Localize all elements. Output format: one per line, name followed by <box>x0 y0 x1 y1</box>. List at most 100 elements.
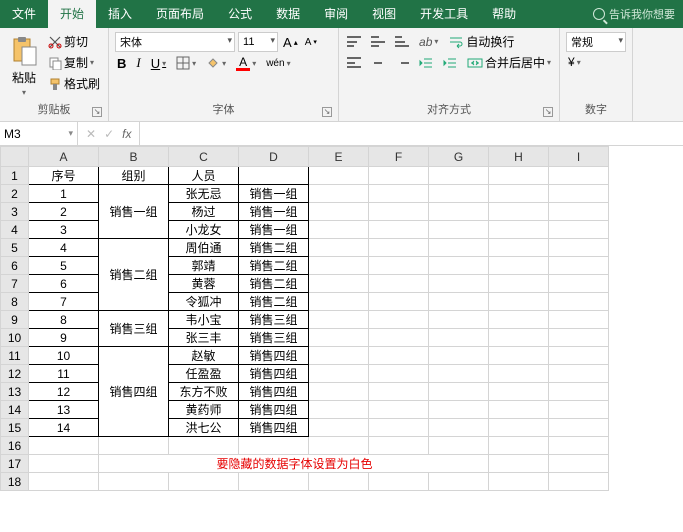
cell-C3[interactable]: 杨过 <box>169 203 239 221</box>
cell-G10[interactable] <box>429 329 489 347</box>
cell-E9[interactable] <box>309 311 369 329</box>
fill-color-button[interactable]: ▾ <box>204 56 228 70</box>
align-bottom-button[interactable] <box>393 35 411 48</box>
cell-E10[interactable] <box>309 329 369 347</box>
tab-formulas[interactable]: 公式 <box>216 0 264 28</box>
cell-H12[interactable] <box>489 365 549 383</box>
cell-E16[interactable] <box>309 437 369 455</box>
cell-C18[interactable] <box>169 473 239 491</box>
cell-E15[interactable] <box>309 419 369 437</box>
row-header-6[interactable]: 6 <box>1 257 29 275</box>
cell-I9[interactable] <box>549 311 609 329</box>
cell-H13[interactable] <box>489 383 549 401</box>
cell-B11[interactable]: 销售四组 <box>99 347 169 437</box>
col-header-A[interactable]: A <box>29 147 99 167</box>
cell-E12[interactable] <box>309 365 369 383</box>
col-header-C[interactable]: C <box>169 147 239 167</box>
row-header-17[interactable]: 17 <box>1 455 29 473</box>
cell-I15[interactable] <box>549 419 609 437</box>
number-format-select[interactable] <box>566 32 626 52</box>
col-header-D[interactable]: D <box>239 147 309 167</box>
cell-F11[interactable] <box>369 347 429 365</box>
cell-H18[interactable] <box>489 473 549 491</box>
cell-A5[interactable]: 4 <box>29 239 99 257</box>
cell-E18[interactable] <box>309 473 369 491</box>
row-header-7[interactable]: 7 <box>1 275 29 293</box>
name-box-input[interactable] <box>4 127 73 141</box>
row-header-9[interactable]: 9 <box>1 311 29 329</box>
cell-I11[interactable] <box>549 347 609 365</box>
spreadsheet-grid[interactable]: ABCDEFGHI1序号组别人员21销售一组张无忌销售一组32杨过销售一组43小… <box>0 146 683 491</box>
row-header-18[interactable]: 18 <box>1 473 29 491</box>
row-header-14[interactable]: 14 <box>1 401 29 419</box>
cell-F1[interactable] <box>369 167 429 185</box>
cell-I18[interactable] <box>549 473 609 491</box>
annotation-text[interactable]: 要隐藏的数据字体设置为白色 <box>99 455 489 473</box>
cell-H15[interactable] <box>489 419 549 437</box>
italic-button[interactable]: I <box>134 54 142 72</box>
cell-D3[interactable]: 销售一组 <box>239 203 309 221</box>
align-center-button[interactable] <box>369 56 387 69</box>
tab-layout[interactable]: 页面布局 <box>144 0 216 28</box>
cell-D9[interactable]: 销售三组 <box>239 311 309 329</box>
cell-G14[interactable] <box>429 401 489 419</box>
tab-developer[interactable]: 开发工具 <box>408 0 480 28</box>
cell-G7[interactable] <box>429 275 489 293</box>
cell-I2[interactable] <box>549 185 609 203</box>
cell-E4[interactable] <box>309 221 369 239</box>
cell-G11[interactable] <box>429 347 489 365</box>
cell-H11[interactable] <box>489 347 549 365</box>
align-right-button[interactable] <box>393 56 411 69</box>
cancel-button[interactable]: ✕ <box>86 127 96 141</box>
cell-E11[interactable] <box>309 347 369 365</box>
row-header-10[interactable]: 10 <box>1 329 29 347</box>
cell-B9[interactable]: 销售三组 <box>99 311 169 347</box>
cell-E7[interactable] <box>309 275 369 293</box>
merge-center-button[interactable]: 合并后居中▾ <box>465 53 553 72</box>
cell-D15[interactable]: 销售四组 <box>239 419 309 437</box>
row-header-2[interactable]: 2 <box>1 185 29 203</box>
cell-E6[interactable] <box>309 257 369 275</box>
cell-G3[interactable] <box>429 203 489 221</box>
dialog-launcher-icon[interactable]: ↘ <box>322 107 332 117</box>
cell-I12[interactable] <box>549 365 609 383</box>
row-header-12[interactable]: 12 <box>1 365 29 383</box>
tab-home[interactable]: 开始 <box>48 0 96 28</box>
cell-A14[interactable]: 13 <box>29 401 99 419</box>
tab-view[interactable]: 视图 <box>360 0 408 28</box>
cell-F16[interactable] <box>369 437 429 455</box>
cell-E3[interactable] <box>309 203 369 221</box>
cell-H4[interactable] <box>489 221 549 239</box>
cell-E2[interactable] <box>309 185 369 203</box>
cell-D2[interactable]: 销售一组 <box>239 185 309 203</box>
cell-F7[interactable] <box>369 275 429 293</box>
cell-F8[interactable] <box>369 293 429 311</box>
accounting-format-button[interactable]: ¥▾ <box>566 54 583 70</box>
col-header-H[interactable]: H <box>489 147 549 167</box>
cell-F6[interactable] <box>369 257 429 275</box>
cell-G15[interactable] <box>429 419 489 437</box>
cell-C16[interactable] <box>169 437 239 455</box>
cell-A9[interactable]: 8 <box>29 311 99 329</box>
cell-A1[interactable]: 序号 <box>29 167 99 185</box>
row-header-11[interactable]: 11 <box>1 347 29 365</box>
col-header-E[interactable]: E <box>309 147 369 167</box>
cell-B5[interactable]: 销售二组 <box>99 239 169 311</box>
cell-H3[interactable] <box>489 203 549 221</box>
row-header-4[interactable]: 4 <box>1 221 29 239</box>
cell-D18[interactable] <box>239 473 309 491</box>
cell-F3[interactable] <box>369 203 429 221</box>
fx-button[interactable]: fx <box>122 127 131 141</box>
row-header-1[interactable]: 1 <box>1 167 29 185</box>
tab-data[interactable]: 数据 <box>264 0 312 28</box>
row-header-13[interactable]: 13 <box>1 383 29 401</box>
align-middle-button[interactable] <box>369 35 387 48</box>
cell-C10[interactable]: 张三丰 <box>169 329 239 347</box>
cell-A18[interactable] <box>29 473 99 491</box>
phonetic-button[interactable]: wén▾ <box>264 57 292 70</box>
col-header-G[interactable]: G <box>429 147 489 167</box>
cell-G8[interactable] <box>429 293 489 311</box>
cell-A8[interactable]: 7 <box>29 293 99 311</box>
cell-B1[interactable]: 组别 <box>99 167 169 185</box>
cell-A12[interactable]: 11 <box>29 365 99 383</box>
